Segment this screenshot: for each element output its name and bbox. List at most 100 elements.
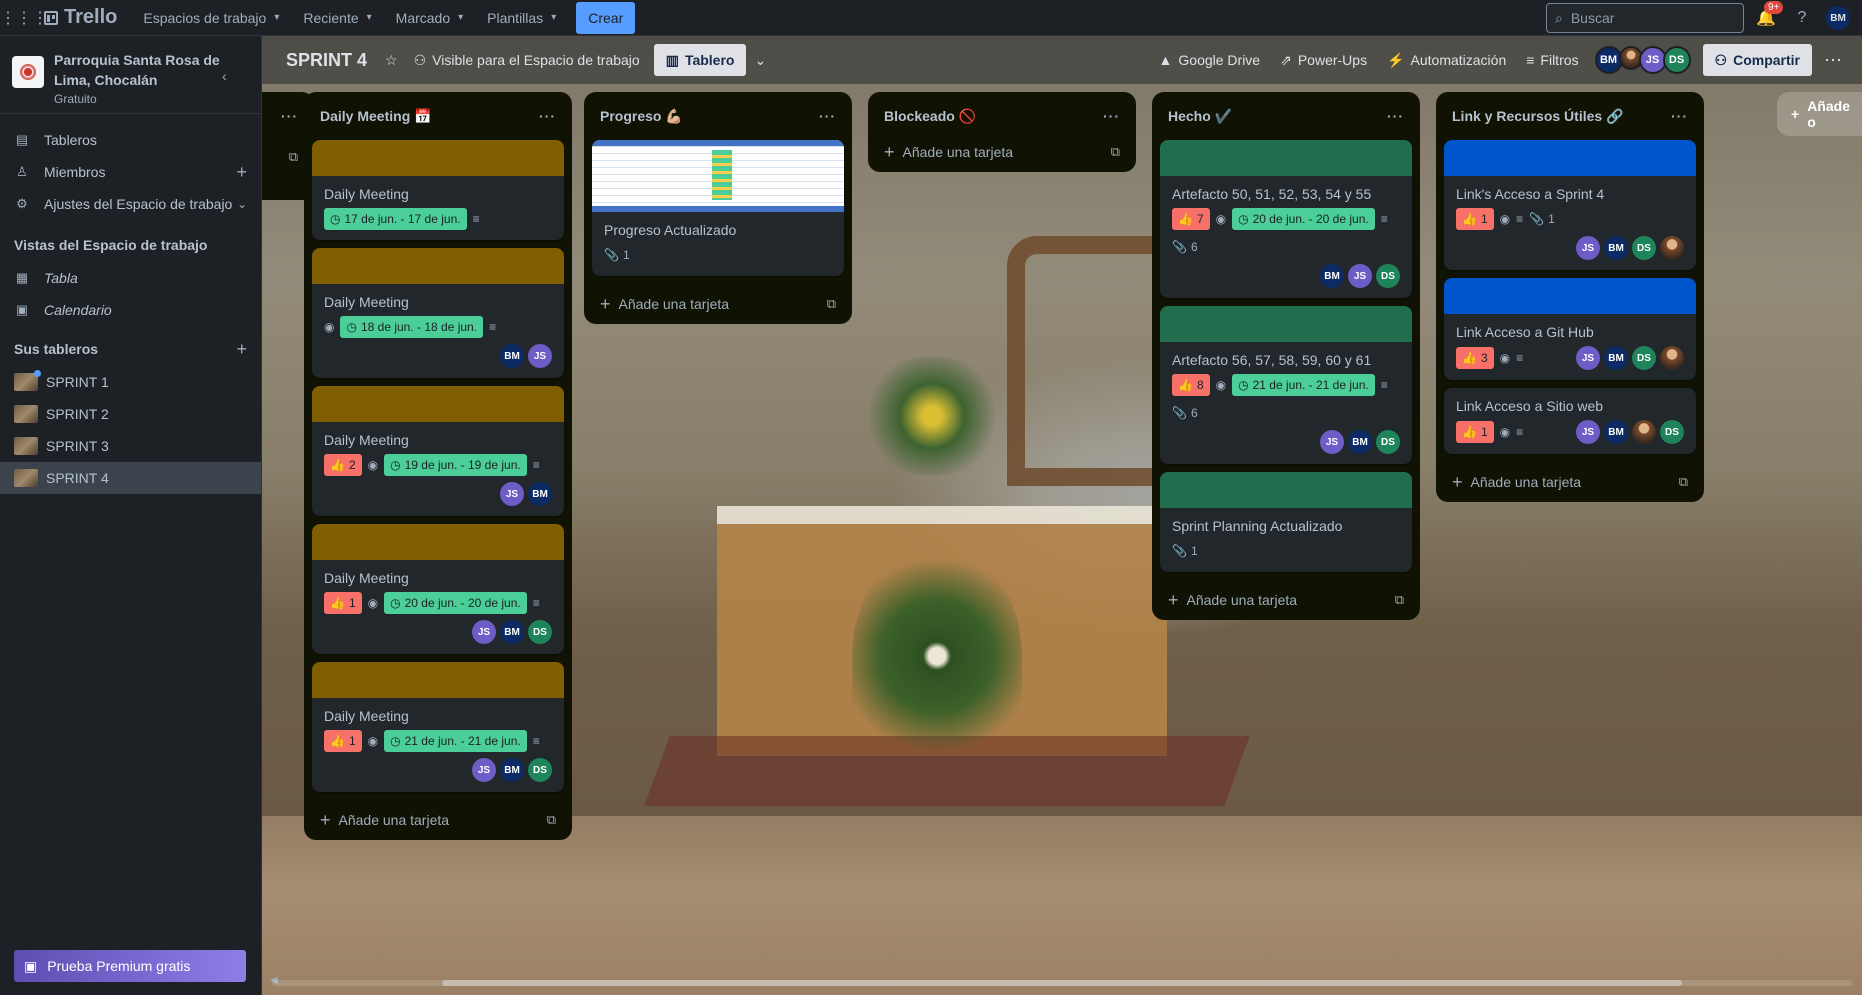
card[interactable]: Daily Meeting 👍 2 ◉ ◷ 19 de jun. - 19 de j… — [312, 386, 564, 516]
avatar[interactable]: BM — [500, 758, 524, 782]
nav-workspaces[interactable]: Espacios de trabajo ▾ — [131, 2, 291, 34]
sidebar-item-boards[interactable]: ▤ Tableros — [0, 124, 261, 156]
avatar[interactable] — [1660, 346, 1684, 370]
board-view-button[interactable]: ▥ Tablero — [653, 44, 747, 76]
search-box[interactable]: ⌕ — [1546, 3, 1744, 33]
sidebar-item-table[interactable]: ▦ Tabla — [0, 262, 261, 294]
template-icon[interactable]: ⧉ — [1679, 474, 1688, 490]
nav-recent[interactable]: Reciente ▾ — [291, 2, 383, 34]
list-menu-icon[interactable]: ··· — [1103, 108, 1120, 124]
premium-trial-button[interactable]: ▣ Prueba Premium gratis — [14, 950, 246, 982]
add-card-button[interactable]: + Añade una tarjeta ⧉ — [312, 800, 564, 840]
avatar[interactable]: BM — [528, 482, 552, 506]
card[interactable]: Sprint Planning Actualizado 📎 1 — [1160, 472, 1412, 572]
avatar[interactable]: DS — [1632, 236, 1656, 260]
sidebar-board-sprint-2[interactable]: SPRINT 2 — [0, 398, 261, 430]
card[interactable]: Link's Acceso a Sprint 4 👍 1 ◉ ≡ 📎 1 JS BM… — [1444, 140, 1696, 270]
list-menu-icon[interactable]: ··· — [539, 108, 556, 124]
template-icon[interactable]: ⧉ — [1395, 592, 1404, 608]
avatar[interactable]: JS — [1576, 236, 1600, 260]
board-title[interactable]: SPRINT 4 — [286, 50, 377, 71]
list-menu-icon[interactable]: ··· — [1387, 108, 1404, 124]
list-menu-icon[interactable]: ··· — [819, 108, 836, 124]
add-list-button[interactable]: + Añade o — [1777, 92, 1862, 136]
due-date-badge[interactable]: ◷ 18 de jun. - 18 de jun. — [340, 316, 484, 338]
template-icon[interactable]: ⧉ — [289, 149, 298, 165]
avatar[interactable]: BM — [1348, 430, 1372, 454]
sidebar-board-sprint-1[interactable]: SPRINT 1 — [0, 366, 261, 398]
card[interactable]: Progreso Actualizado 📎 1 — [592, 140, 844, 276]
template-icon[interactable]: ⧉ — [827, 296, 836, 312]
nav-templates[interactable]: Plantillas ▾ — [475, 2, 568, 34]
due-date-badge[interactable]: ◷ 20 de jun. - 20 de jun. — [1232, 208, 1375, 230]
help-icon[interactable]: ? — [1788, 4, 1816, 32]
sidebar-board-sprint-3[interactable]: SPRINT 3 — [0, 430, 261, 462]
avatar[interactable]: JS — [500, 482, 524, 506]
sidebar-item-members[interactable]: ♙ Miembros + — [0, 156, 261, 188]
app-switcher-icon[interactable]: ⋮⋮⋮ — [0, 2, 48, 34]
add-card-button[interactable]: + Añade una tarjeta ⧉ — [1444, 462, 1696, 502]
filters-button[interactable]: ≡ Filtros — [1518, 44, 1586, 76]
notifications-icon[interactable]: 🔔 9+ — [1752, 1, 1784, 32]
visibility-button[interactable]: ⚇ Visible para el Espacio de trabajo — [406, 44, 648, 76]
avatar[interactable]: DS — [1660, 420, 1684, 444]
sidebar-board-sprint-4[interactable]: SPRINT 4 — [0, 462, 261, 494]
avatar[interactable]: BM — [1826, 6, 1850, 30]
nav-starred[interactable]: Marcado ▾ — [384, 2, 476, 34]
views-dropdown-icon[interactable]: ⌄ — [746, 44, 774, 76]
add-card-button[interactable]: + Añade una tarjeta ⧉ — [876, 132, 1128, 172]
avatar[interactable]: JS — [1348, 264, 1372, 288]
card[interactable]: Daily Meeting ◷ 17 de jun. - 17 de jun. ≡ — [312, 140, 564, 240]
avatar[interactable]: DS — [1662, 46, 1691, 74]
card[interactable]: Daily Meeting 👍 1 ◉ ◷ 21 de jun. - 21 de j… — [312, 662, 564, 792]
template-icon[interactable]: ⧉ — [1111, 144, 1120, 160]
avatar[interactable]: JS — [1576, 420, 1600, 444]
due-date-badge[interactable]: ◷ 20 de jun. - 20 de jun. — [384, 592, 527, 614]
list-menu-icon[interactable]: ··· — [281, 108, 298, 124]
card[interactable]: Artefacto 56, 57, 58, 59, 60 y 61 👍 8 ◉ ◷… — [1160, 306, 1412, 464]
sidebar-item-settings[interactable]: ⚙ Ajustes del Espacio de trabajo ⌄ — [0, 188, 261, 220]
add-board-icon[interactable]: + — [236, 339, 247, 360]
avatar[interactable]: BM — [500, 344, 524, 368]
card[interactable]: Daily Meeting ◉ ◷ 18 de jun. - 18 de jun.… — [312, 248, 564, 378]
card[interactable]: Link Acceso a Git Hub 👍 3 ◉ ≡ JS BM DS — [1444, 278, 1696, 380]
due-date-badge[interactable]: ◷ 19 de jun. - 19 de jun. — [384, 454, 527, 476]
list-menu-icon[interactable]: ··· — [1671, 108, 1688, 124]
avatar[interactable]: BM — [1320, 264, 1344, 288]
avatar[interactable]: JS — [472, 758, 496, 782]
more-icon[interactable]: ⋯ — [1816, 50, 1850, 71]
avatar[interactable]: DS — [528, 758, 552, 782]
avatar[interactable]: JS — [528, 344, 552, 368]
avatar[interactable]: BM — [500, 620, 524, 644]
horizontal-scrollbar[interactable]: ◀ — [262, 975, 1862, 989]
search-input[interactable] — [1570, 10, 1721, 26]
avatar[interactable]: DS — [1376, 430, 1400, 454]
create-button[interactable]: Crear — [576, 1, 636, 34]
scrollbar-thumb[interactable] — [442, 980, 1682, 986]
avatar[interactable] — [1660, 236, 1684, 260]
card[interactable]: Artefacto 50, 51, 52, 53, 54 y 55 👍 7 ◉ ◷… — [1160, 140, 1412, 298]
collapse-sidebar-icon[interactable]: ‹ — [222, 68, 227, 84]
avatar[interactable]: JS — [472, 620, 496, 644]
card[interactable]: Daily Meeting 👍 1 ◉ ◷ 20 de jun. - 20 de j… — [312, 524, 564, 654]
avatar[interactable]: DS — [528, 620, 552, 644]
share-button[interactable]: ⚇ Compartir — [1702, 44, 1812, 76]
avatar[interactable]: JS — [1576, 346, 1600, 370]
due-date-badge[interactable]: ◷ 17 de jun. - 17 de jun. — [324, 208, 467, 230]
automation-button[interactable]: ⚡ Automatización — [1379, 44, 1514, 76]
due-date-badge[interactable]: ◷ 21 de jun. - 21 de jun. — [384, 730, 527, 752]
add-card-button[interactable]: + Añade una tarjeta ⧉ — [1160, 580, 1412, 620]
avatar[interactable]: DS — [1376, 264, 1400, 288]
add-card-button[interactable]: + Añade una tarjeta ⧉ — [592, 284, 844, 324]
avatar[interactable]: BM — [1604, 420, 1628, 444]
card[interactable]: Link Acceso a Sitio web 👍 1 ◉ ≡ JS BM DS — [1444, 388, 1696, 454]
avatar[interactable] — [1632, 420, 1656, 444]
template-icon[interactable]: ⧉ — [547, 812, 556, 828]
avatar[interactable]: DS — [1632, 346, 1656, 370]
trello-logo[interactable]: Trello — [44, 6, 117, 29]
star-board-icon[interactable]: ☆ — [377, 44, 406, 76]
google-drive-button[interactable]: ▲ Google Drive — [1151, 44, 1269, 76]
avatar[interactable]: BM — [1604, 236, 1628, 260]
add-member-icon[interactable]: + — [236, 162, 247, 183]
powerups-button[interactable]: ⇗ Power-Ups — [1272, 44, 1375, 76]
